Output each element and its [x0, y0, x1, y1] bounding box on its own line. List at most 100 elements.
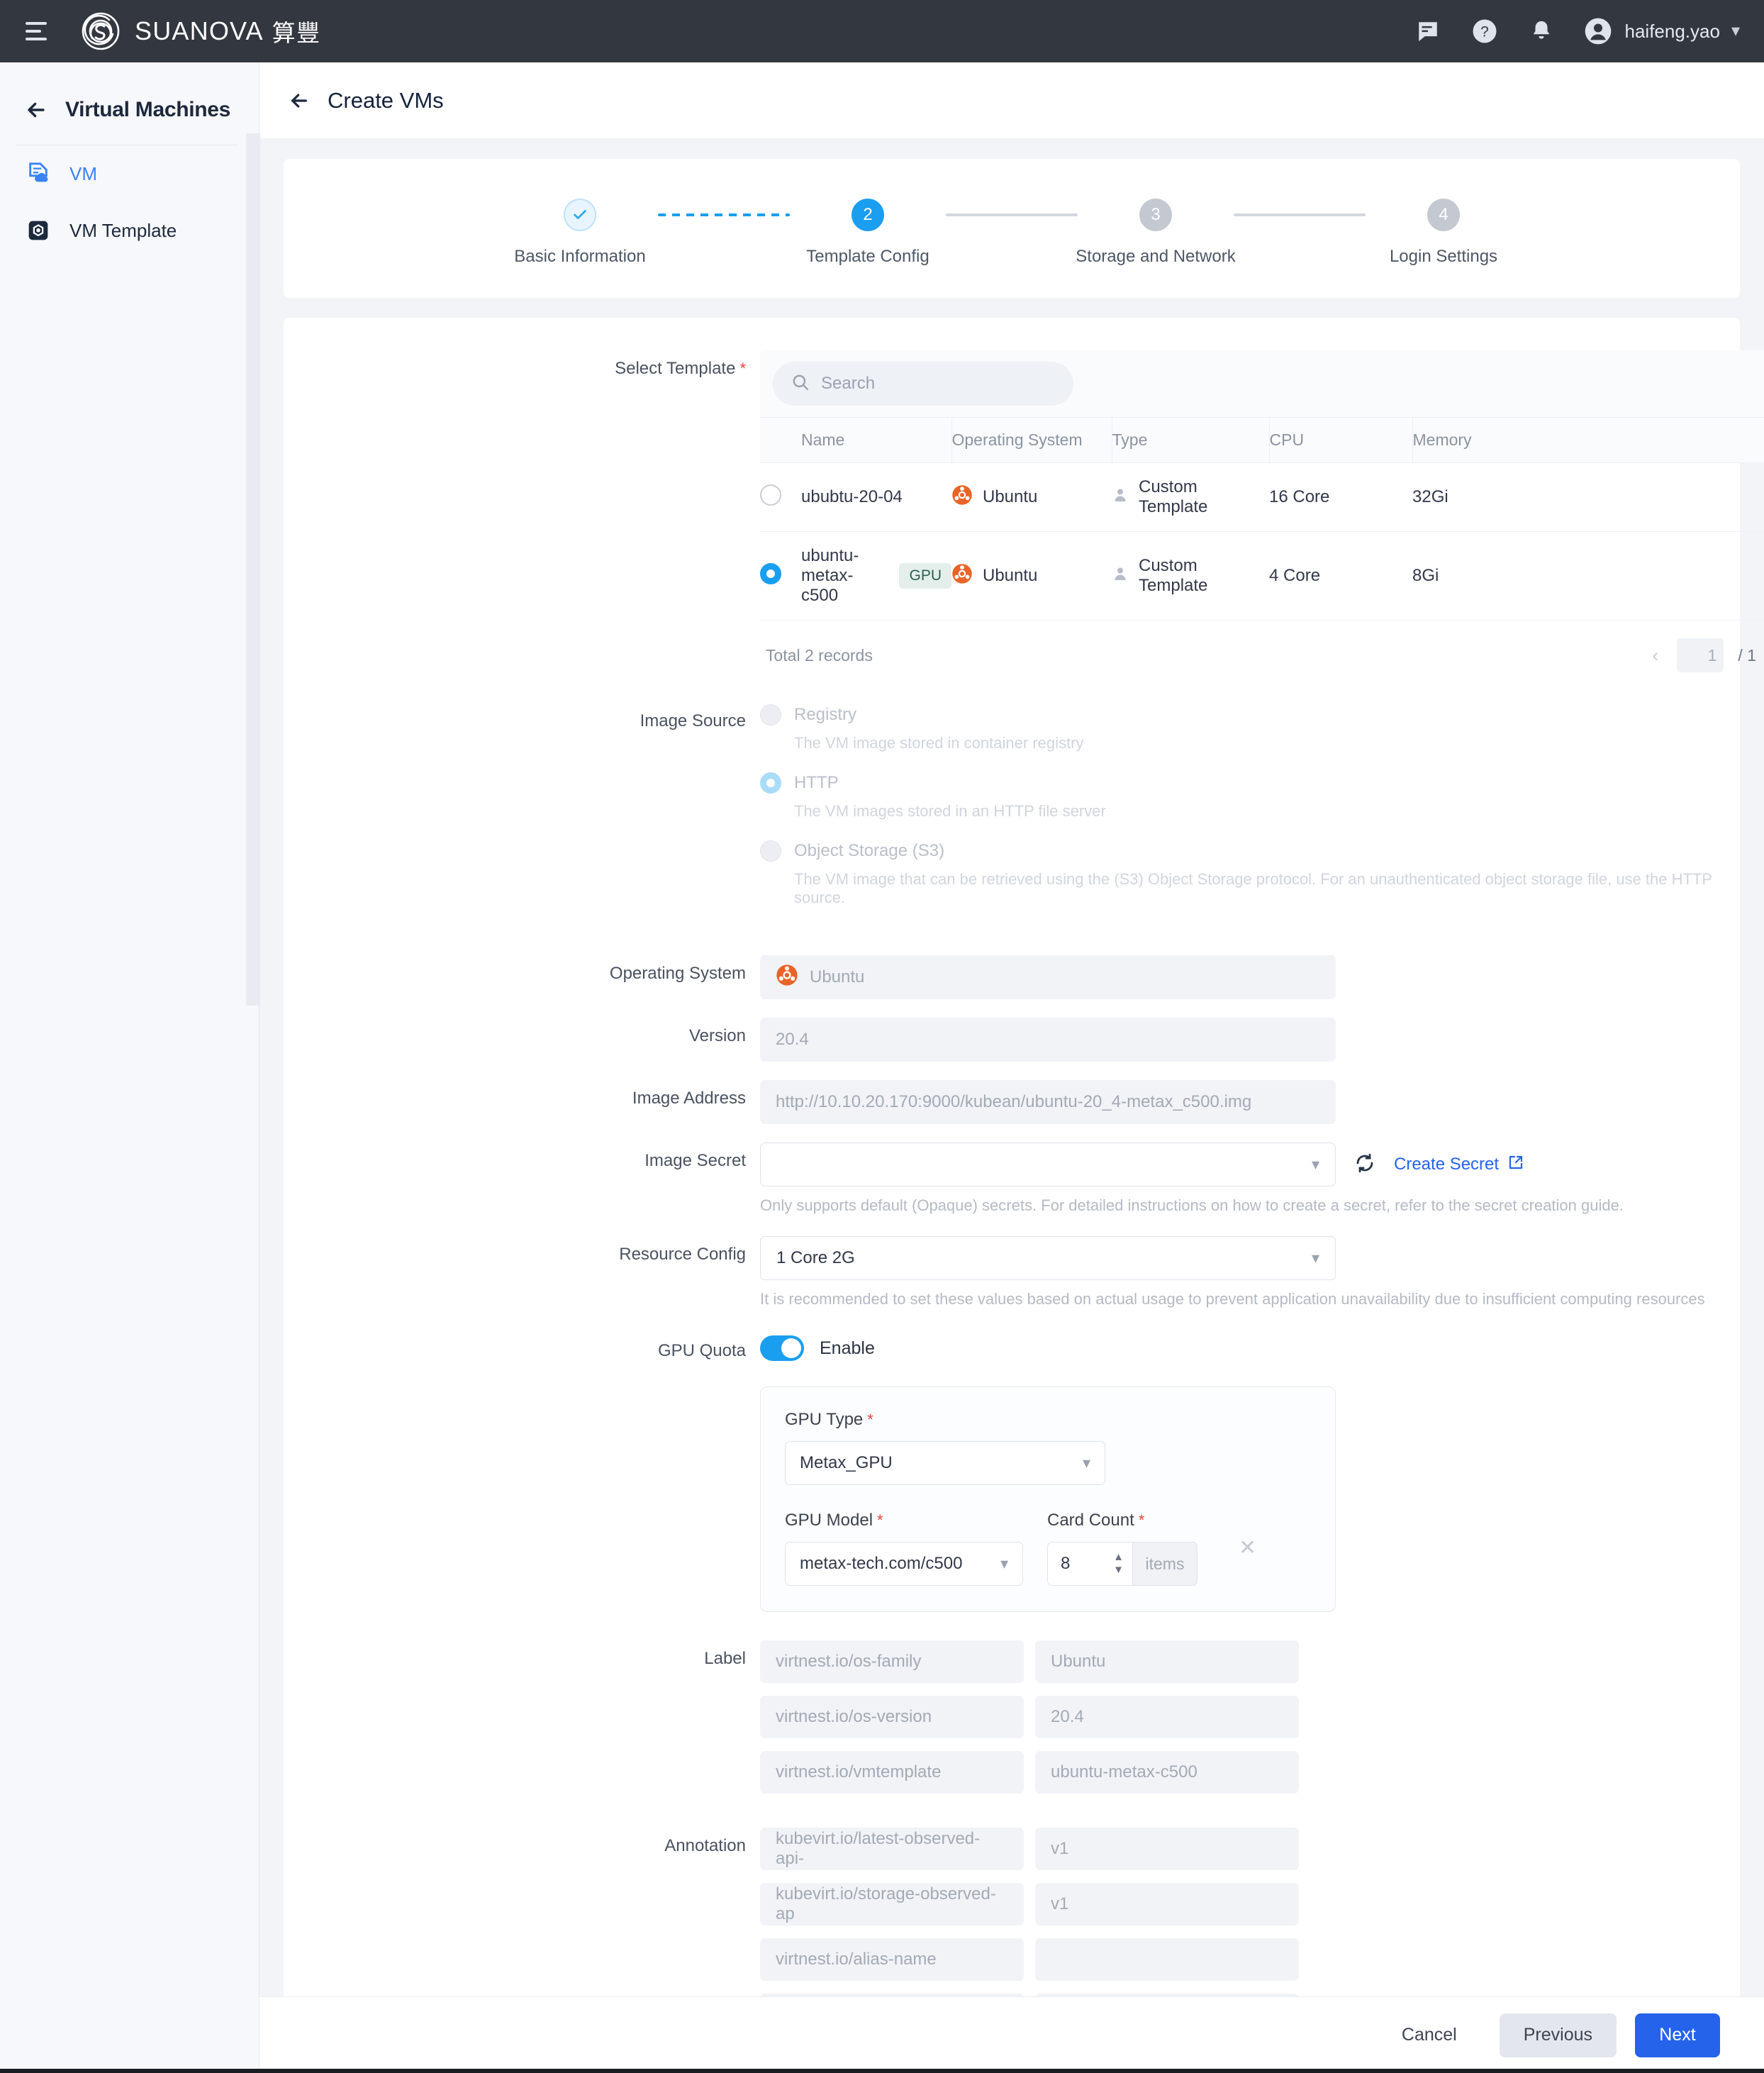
operating-system-input: Ubuntu — [760, 955, 1336, 999]
cell-os: Ubuntu — [951, 462, 1112, 532]
cell-memory: 8Gi — [1412, 531, 1764, 621]
svg-text:?: ? — [1480, 24, 1489, 40]
radio-icon — [760, 704, 781, 726]
radio-label: Object Storage (S3) — [794, 841, 945, 860]
chevron-down-icon: ▾ — [1311, 1155, 1319, 1173]
image-address-input: http://10.10.20.170:9000/kubean/ubuntu-2… — [760, 1080, 1336, 1124]
required-marker: * — [739, 360, 746, 377]
ubuntu-icon — [776, 964, 798, 991]
page-back-icon[interactable] — [288, 89, 311, 112]
card-count-group: Card Count * 8 ▲ ▼ items — [1047, 1511, 1198, 1586]
step-login-settings[interactable]: 4 Login Settings — [1366, 199, 1522, 267]
th-operating-system: Operating System — [951, 417, 1112, 463]
label-key-input: virtnest.io/os-version — [760, 1696, 1024, 1738]
cell-type: Custom Template — [1112, 531, 1269, 621]
image-source-label: Image Source — [640, 711, 746, 730]
required-marker: * — [1138, 1511, 1145, 1529]
field-label: Version — [688, 1026, 746, 1045]
search-input[interactable]: Search — [773, 362, 1073, 406]
menu-toggle-icon[interactable] — [26, 16, 57, 47]
remove-gpu-row-icon[interactable]: ✕ — [1239, 1535, 1256, 1562]
step-bubble — [564, 199, 596, 231]
gpu-type-value: Metax_GPU — [800, 1453, 893, 1472]
th-memory: Memory — [1412, 417, 1764, 463]
annotation-value-input: v1 — [1035, 1828, 1299, 1870]
step-label: Login Settings — [1389, 247, 1498, 266]
bell-icon[interactable] — [1526, 16, 1557, 47]
radio-option-registry[interactable]: Registry The VM image stored in containe… — [760, 704, 1740, 752]
sidebar: Virtual Machines VM VM Template — [0, 62, 259, 2073]
version-input: 20.4 — [760, 1018, 1336, 1062]
resource-config-value: 1 Core 2G — [776, 1248, 855, 1267]
search-icon — [791, 373, 810, 395]
pagination: ‹ 1 / 1 › 10 per page ▾ — [1648, 636, 1764, 674]
operating-system-value: Ubuntu — [810, 967, 865, 987]
create-secret-link[interactable]: Create Secret — [1394, 1154, 1524, 1176]
radio-option-http[interactable]: HTTP The VM images stored in an HTTP fil… — [760, 772, 1740, 821]
stepper-card: Basic Information 2 Template Config 3 St… — [284, 159, 1740, 298]
table-header-row: Name Operating System Type CPU Memory — [760, 417, 1764, 463]
step-basic-information[interactable]: Basic Information — [502, 199, 658, 267]
field-image-secret: Image Secret ▾ Create Secret Only suppor… — [284, 1143, 1740, 1215]
label-row: virtnest.io/os-version 20.4 — [760, 1696, 1740, 1738]
row-radio-cell[interactable] — [760, 462, 801, 532]
cell-memory: 32Gi — [1412, 462, 1764, 532]
field-image-address: Image Address http://10.10.20.170:9000/k… — [284, 1080, 1740, 1124]
user-menu[interactable]: haifeng.yao ▾ — [1582, 16, 1740, 47]
annotation-value-input — [1035, 1994, 1299, 1996]
prev-page-icon[interactable]: ‹ — [1648, 645, 1663, 665]
next-button[interactable]: Next — [1635, 2013, 1720, 2057]
gpu-quota-toggle-label: Enable — [820, 1338, 875, 1358]
step-storage-and-network[interactable]: 3 Storage and Network — [1076, 199, 1236, 267]
stepper-down-icon[interactable]: ▼ — [1113, 1565, 1124, 1574]
gpu-type-select[interactable]: Metax_GPU ▾ — [785, 1441, 1105, 1485]
sidebar-item-vm-template[interactable]: VM Template — [0, 202, 259, 259]
label-value-input: ubuntu-metax-c500 — [1035, 1751, 1299, 1794]
label-value-input: 20.4 — [1035, 1696, 1299, 1738]
stepper-up-icon[interactable]: ▲ — [1113, 1552, 1124, 1562]
table-row[interactable]: ububtu-20-04 Ubuntu Custom Template 16 C… — [760, 462, 1764, 532]
radio-icon-selected — [760, 772, 781, 794]
card-count-label: Card Count * — [1047, 1511, 1198, 1530]
step-connector — [1234, 199, 1366, 231]
previous-button[interactable]: Previous — [1499, 2013, 1617, 2057]
main-content: Create VMs Basic Information 2 Template … — [259, 62, 1764, 2073]
vertical-scrollbar[interactable] — [246, 133, 260, 1006]
cell-name: ubuntu-metax-c500 GPU — [801, 531, 951, 621]
step-label: Storage and Network — [1076, 247, 1236, 266]
gpu-quota-toggle[interactable] — [760, 1335, 804, 1361]
table-row[interactable]: ubuntu-metax-c500 GPU Ubuntu Custom Temp… — [760, 531, 1764, 621]
page-header: Create VMs — [259, 62, 1764, 139]
step-label: Template Config — [806, 247, 930, 266]
step-template-config[interactable]: 2 Template Config — [790, 199, 946, 267]
cell-cpu: 4 Core — [1269, 531, 1412, 621]
help-icon[interactable]: ? — [1469, 16, 1500, 47]
annotation-key-input: kubevirt.io/storage-observed-ap — [760, 1883, 1024, 1925]
sidebar-back[interactable]: Virtual Machines — [0, 84, 259, 142]
page-number-input[interactable]: 1 — [1677, 638, 1724, 672]
row-radio[interactable] — [760, 484, 781, 506]
step-connector — [946, 199, 1078, 231]
row-radio-selected[interactable] — [760, 562, 781, 584]
refresh-secret-icon[interactable] — [1354, 1152, 1375, 1177]
vm-template-icon — [26, 218, 51, 243]
image-secret-select[interactable]: ▾ — [760, 1143, 1336, 1186]
stepper-arrows[interactable]: ▲ ▼ — [1113, 1552, 1124, 1574]
card-count-stepper[interactable]: 8 ▲ ▼ — [1047, 1542, 1132, 1586]
resource-config-select[interactable]: 1 Core 2G ▾ — [760, 1236, 1336, 1280]
vm-icon — [26, 161, 51, 187]
row-radio-cell[interactable] — [760, 531, 801, 621]
annotation-key-input: virtnest.io/image-secret — [760, 1994, 1024, 1996]
radio-icon — [760, 840, 781, 862]
radio-option-object-storage-s3[interactable]: Object Storage (S3) The VM image that ca… — [760, 840, 1740, 907]
card-count-value: 8 — [1061, 1554, 1071, 1573]
page-title: Create VMs — [328, 87, 444, 113]
sidebar-item-vm[interactable]: VM — [0, 145, 259, 202]
cancel-button[interactable]: Cancel — [1378, 2013, 1481, 2057]
chat-icon[interactable] — [1412, 16, 1444, 47]
chevron-down-icon: ▾ — [1311, 1249, 1319, 1267]
template-name: ububtu-20-04 — [801, 487, 903, 506]
th-name: Name — [801, 417, 951, 463]
gpu-model-select[interactable]: metax-tech.com/c500 ▾ — [785, 1542, 1023, 1586]
